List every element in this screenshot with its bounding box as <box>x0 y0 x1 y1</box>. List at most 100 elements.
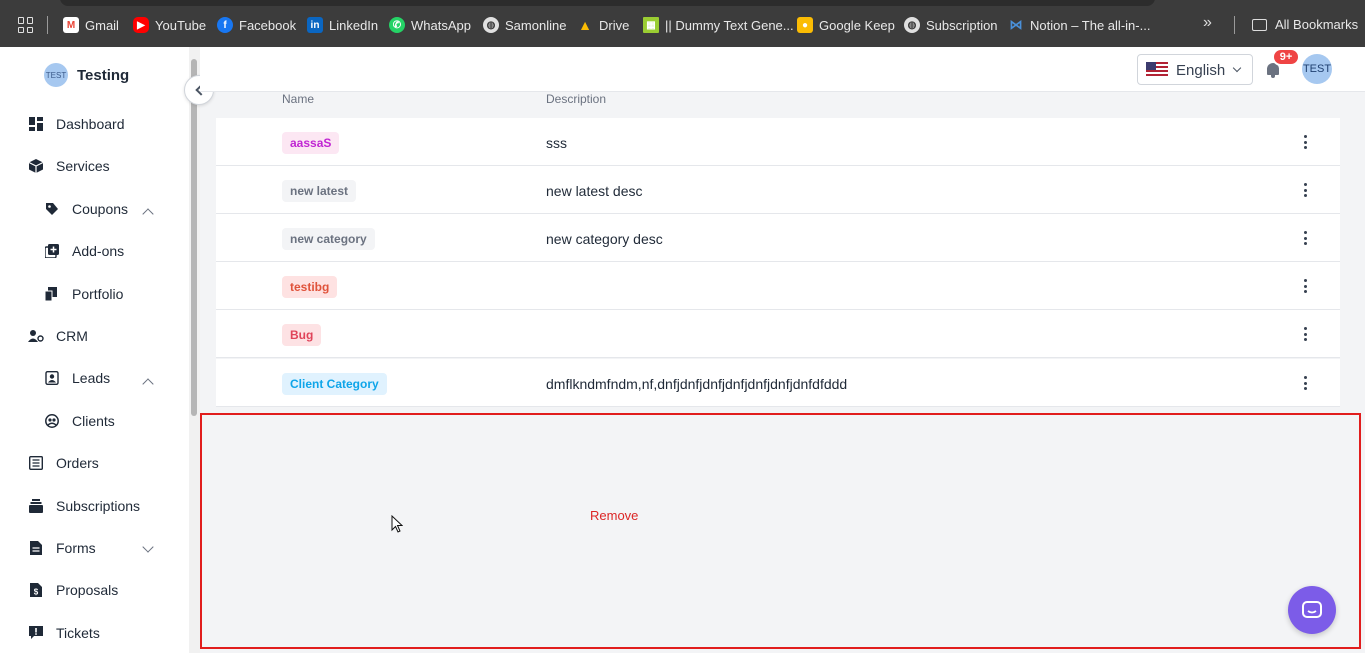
bookmarks-bar: M Gmail ▶ YouTube f Facebook in LinkedIn… <box>0 0 1365 47</box>
all-bookmarks-button[interactable]: All Bookmarks <box>1252 17 1358 32</box>
category-tag: aassaS <box>282 132 340 154</box>
bookmark-whatsapp[interactable]: ✆ WhatsApp <box>389 17 471 33</box>
sidebar-item-label: Coupons <box>72 201 129 217</box>
language-select[interactable]: English <box>1137 54 1253 85</box>
sidebar-item-label: Portfolio <box>72 286 124 302</box>
table-row[interactable]: Bug <box>216 310 1340 358</box>
box-icon <box>28 158 44 174</box>
category-tag: new latest <box>282 180 357 202</box>
crm-icon <box>28 328 44 344</box>
notification-count-badge: 9+ <box>1272 48 1300 66</box>
lead-icon <box>44 370 60 386</box>
sidebar-item-subscriptions[interactable]: Subscriptions <box>28 498 140 514</box>
sidebar-scrollbar-thumb[interactable] <box>191 59 197 416</box>
notion-icon: ⋈ <box>1009 17 1023 32</box>
gmail-icon: M <box>63 17 79 33</box>
linkedin-icon: in <box>307 17 323 33</box>
bookmark-notion[interactable]: ⋈ Notion – The all-in-... <box>1008 17 1151 33</box>
sidebar: TEST Testing Dashboard Services Coupons … <box>0 47 241 653</box>
apps-grid-icon[interactable] <box>18 17 34 33</box>
bookmark-label: Notion – The all-in-... <box>1030 17 1151 33</box>
sidebar-item-label: Add-ons <box>72 243 125 259</box>
table-header: Name Description <box>216 92 1340 117</box>
chevron-up-icon[interactable] <box>142 378 154 390</box>
sidebar-item-services[interactable]: Services <box>28 158 110 174</box>
sidebar-item-dashboard[interactable]: Dashboard <box>28 116 125 132</box>
workspace-avatar: TEST <box>44 63 68 87</box>
workspace-name: Testing <box>77 66 130 84</box>
clients-icon <box>44 413 60 429</box>
table-row[interactable]: new latest new latest desc <box>216 166 1340 214</box>
sidebar-item-clients[interactable]: Clients <box>44 413 115 429</box>
mouse-cursor-icon <box>391 515 403 533</box>
more-vertical-icon[interactable] <box>1303 135 1307 149</box>
globe-icon: ◍ <box>483 17 499 33</box>
us-flag-icon <box>1146 62 1168 77</box>
sidebar-item-coupons[interactable]: Coupons <box>44 201 128 217</box>
whatsapp-icon: ✆ <box>389 17 405 33</box>
bookmark-youtube[interactable]: ▶ YouTube <box>133 17 206 33</box>
bookmark-dummy-text[interactable]: ▦ || Dummy Text Gene... <box>643 17 794 33</box>
category-tag: testibg <box>282 276 338 298</box>
sidebar-item-leads[interactable]: Leads <box>44 370 110 386</box>
user-avatar[interactable]: TEST <box>1302 54 1332 84</box>
sidebar-item-orders[interactable]: Orders <box>28 455 99 471</box>
top-header: English 9+ TEST <box>200 47 1365 92</box>
drive-icon: ▲ <box>578 17 592 33</box>
tickets-icon <box>28 625 44 641</box>
more-vertical-icon[interactable] <box>1303 183 1307 197</box>
sidebar-item-label: Orders <box>56 455 99 471</box>
sidebar-item-label: Proposals <box>56 582 119 598</box>
svg-text:$: $ <box>34 588 39 597</box>
bookmark-label: Samonline <box>505 17 567 33</box>
more-vertical-icon[interactable] <box>1303 231 1307 245</box>
category-description: dmflkndmfndm,nf,dnfjdnfjdnfjdnfjdnfjdnfj… <box>546 376 848 392</box>
chevron-down-icon[interactable] <box>142 541 154 553</box>
workspace-switcher[interactable]: TEST Testing <box>44 63 241 90</box>
chat-icon <box>1302 601 1322 618</box>
table-row[interactable]: new category new category desc <box>216 214 1340 262</box>
chevron-up-icon[interactable] <box>142 208 154 220</box>
table-row[interactable]: testibg <box>216 262 1340 310</box>
more-vertical-icon[interactable] <box>1303 376 1307 390</box>
remove-drop-zone[interactable]: Remove <box>200 413 1361 649</box>
bookmark-samonline[interactable]: ◍ Samonline <box>483 17 566 33</box>
sidebar-item-label: Dashboard <box>56 116 125 132</box>
keep-icon: ● <box>797 17 813 33</box>
more-vertical-icon[interactable] <box>1303 279 1307 293</box>
forms-icon <box>28 540 44 556</box>
column-header-name: Name <box>282 92 315 106</box>
sidebar-item-crm[interactable]: CRM <box>28 328 88 344</box>
chevron-down-icon <box>1232 63 1242 73</box>
folder-icon <box>1252 18 1267 31</box>
bookmark-facebook[interactable]: f Facebook <box>217 17 296 33</box>
bookmark-gmail[interactable]: M Gmail <box>63 17 119 33</box>
sidebar-item-portfolio[interactable]: Portfolio <box>44 286 123 302</box>
bookmark-drive[interactable]: ▲ Drive <box>577 17 629 33</box>
chat-widget-button[interactable] <box>1288 586 1336 634</box>
bookmark-linkedin[interactable]: in LinkedIn <box>307 17 378 33</box>
youtube-icon: ▶ <box>133 17 149 33</box>
bookmark-label: Facebook <box>239 17 297 33</box>
bookmark-label: LinkedIn <box>329 17 379 33</box>
bookmark-label: Subscription <box>926 17 998 33</box>
table-row[interactable]: aassaS sss <box>216 118 1340 166</box>
sidebar-item-label: Clients <box>72 413 115 429</box>
sidebar-item-proposals[interactable]: $ Proposals <box>28 582 118 598</box>
table-row[interactable]: Client Category dmflkndmfndm,nf,dnfjdnfj… <box>216 359 1340 407</box>
category-tag: Client Category <box>282 373 387 395</box>
bookmarks-separator <box>47 16 48 34</box>
bookmark-subscription[interactable]: ◍ Subscription <box>904 17 998 33</box>
bookmark-label: WhatsApp <box>411 17 471 33</box>
more-bookmarks-icon[interactable]: » <box>1203 14 1212 32</box>
all-bookmarks-label: All Bookmarks <box>1275 17 1359 32</box>
sidebar-item-add-ons[interactable]: Add-ons <box>44 243 124 259</box>
sidebar-item-label: Services <box>56 158 110 174</box>
dummy-text-icon: ▦ <box>643 17 659 33</box>
more-vertical-icon[interactable] <box>1303 327 1307 341</box>
sidebar-item-label: Forms <box>56 540 96 556</box>
bookmark-google-keep[interactable]: ● Google Keep <box>797 17 895 33</box>
category-description: new category desc <box>546 231 663 247</box>
sidebar-item-tickets[interactable]: Tickets <box>28 625 100 641</box>
sidebar-item-forms[interactable]: Forms <box>28 540 96 556</box>
